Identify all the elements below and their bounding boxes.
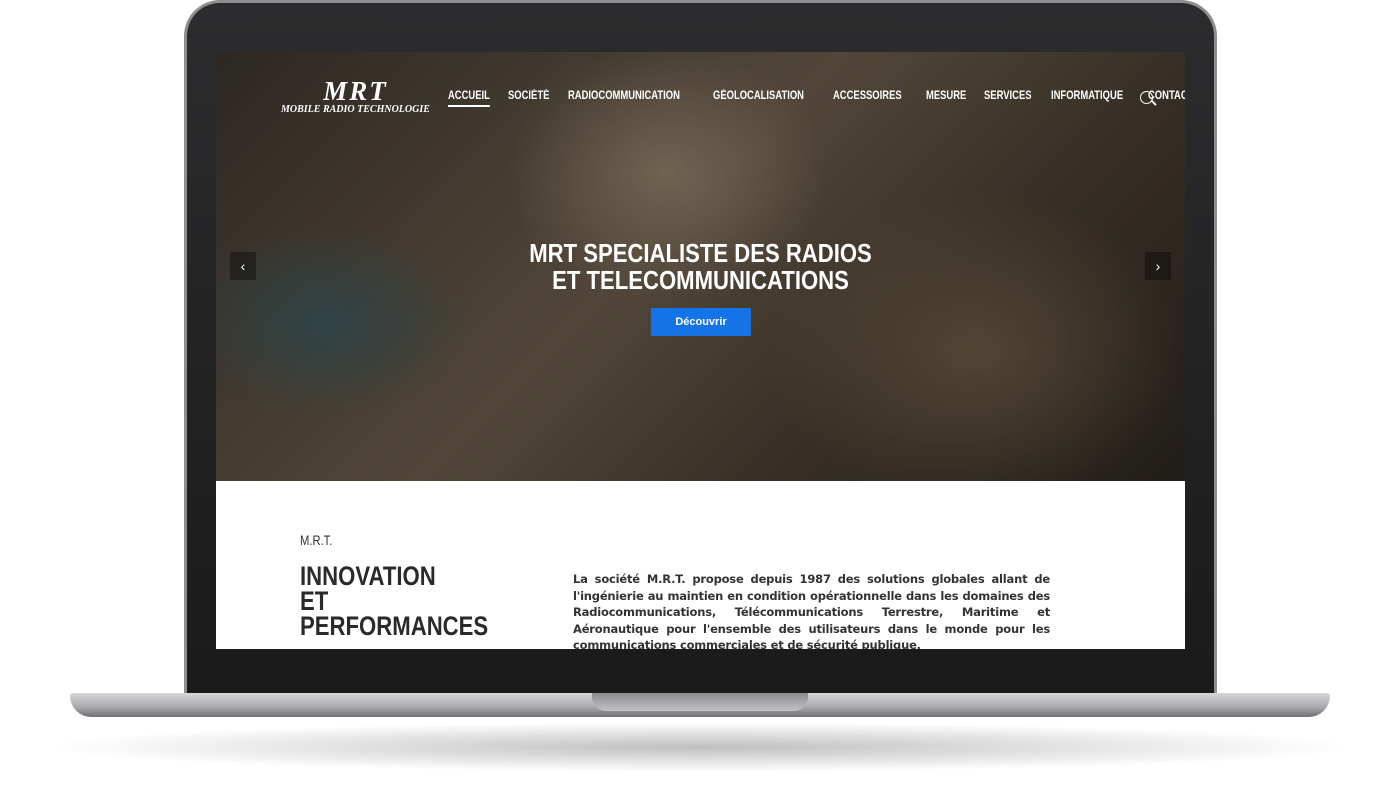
search-icon[interactable] <box>1140 91 1153 104</box>
section-heading: INNOVATION ET PERFORMANCES <box>300 563 489 641</box>
slider-prev-arrow[interactable]: ‹ <box>230 252 256 280</box>
nav-accessoires[interactable]: ACCESSOIRES <box>833 90 902 107</box>
site-header: MRT MOBILE RADIO TECHNOLOGIE ACCUEIL SOC… <box>216 52 1185 142</box>
nav-geolocalisation[interactable]: GÉOLOCALISATION <box>713 90 804 107</box>
decouvrir-button[interactable]: Découvrir <box>651 308 751 336</box>
nav-informatique[interactable]: INFORMATIQUE <box>1051 90 1123 107</box>
main-menu: ACCUEIL SOCIÉTÉ RADIOCOMMUNICATION GÉOLO… <box>448 90 1185 107</box>
nav-contact[interactable]: CONTACT <box>1148 90 1185 107</box>
logo-subtitle: MOBILE RADIO TECHNOLOGIE <box>281 104 430 115</box>
hero-title-line2: ET TELECOMMUNICATIONS <box>552 265 849 295</box>
hero-title: MRT SPECIALISTE DES RADIOS ET TELECOMMUN… <box>289 240 1113 294</box>
intro-paragraph: La société M.R.T. propose depuis 1987 de… <box>573 572 1050 649</box>
nav-accueil[interactable]: ACCUEIL <box>448 90 490 107</box>
logo-title: MRT <box>323 76 388 106</box>
hero-title-line1: MRT SPECIALISTE DES RADIOS <box>529 238 872 268</box>
site-logo[interactable]: MRT MOBILE RADIO TECHNOLOGIE <box>281 78 430 116</box>
heading-line: PERFORMANCES <box>300 611 489 641</box>
laptop-notch <box>592 693 808 711</box>
website-screen: MRT MOBILE RADIO TECHNOLOGIE ACCUEIL SOC… <box>216 52 1185 649</box>
slider-next-arrow[interactable]: › <box>1145 252 1171 280</box>
nav-societe[interactable]: SOCIÉTÉ <box>508 90 549 107</box>
nav-mesure[interactable]: MESURE <box>926 90 966 107</box>
laptop-shadow <box>40 722 1360 772</box>
section-kicker: M.R.T. <box>300 532 333 548</box>
nav-services[interactable]: SERVICES <box>984 90 1032 107</box>
nav-radiocommunication[interactable]: RADIOCOMMUNICATION <box>568 90 680 107</box>
